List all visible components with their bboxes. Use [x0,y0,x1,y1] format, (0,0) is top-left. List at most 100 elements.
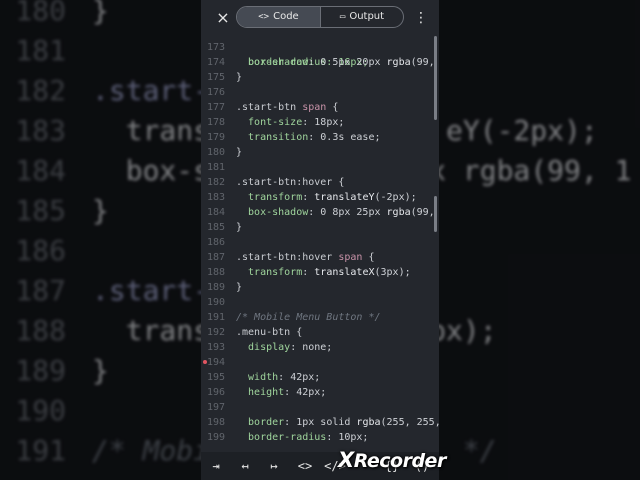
line-number: 175 [206,72,225,83]
code-text: .start-btn span { [236,100,338,115]
line-number: 197 [206,402,225,413]
code-token: transform [236,267,303,278]
line-number: 181 [206,162,225,173]
code-token: span [302,102,327,113]
top-bar: × <> Code ▭ Output ⋮ [201,0,439,36]
code-line: 191 /* Mobile Menu Button */ [201,310,439,325]
redo-icon[interactable]: ↦ [263,457,285,475]
code-token: .start-btn:hover [236,252,339,263]
code-token: : none; [290,342,333,353]
xrecorder-watermark: XRecorder [338,446,446,474]
undo-icon[interactable]: ↤ [234,457,256,475]
code-text: } [236,220,242,235]
line-number: 194 [206,357,225,368]
code-text: display: none; [236,340,332,355]
code-token: .menu-btn [236,327,291,338]
code-text: font-size: 18px; [236,115,344,130]
code-line: 194 [201,355,439,370]
line-number: 199 [206,432,225,443]
code-token: box-shadow [236,57,309,68]
code-line: 193 display: none; [201,340,439,355]
line-number: 188 [206,267,225,278]
more-options-icon[interactable]: ⋮ [414,8,428,28]
code-line: 185} [201,220,439,235]
code-text: box-shadow: 0 5px 20px rgba(99, 1 [236,55,439,70]
line-number: 187 [206,252,225,263]
code-line: 175} [201,70,439,85]
code-text: } [236,280,242,295]
code-token: translateY [314,192,375,203]
code-token: display [236,342,291,353]
code-token: } [236,222,243,233]
code-text: width: 42px; [236,370,320,385]
code-text: border-radius: 10px; [236,430,368,445]
code-text: .menu-btn { [236,325,302,340]
line-number: 174 [206,57,225,68]
code-token: transform [236,192,303,203]
code-line: 195 width: 42px; [201,370,439,385]
code-token: rgba [386,207,411,218]
tab-key-icon[interactable]: ⇥ [205,457,227,475]
code-line: 197 [201,400,439,415]
tab-code[interactable]: <> Code [237,7,321,27]
code-token: { [332,177,345,188]
code-text: transition: 0.3s ease; [236,130,380,145]
code-token: : 1px solid [284,417,357,428]
code-token: } [236,72,243,83]
line-number: 196 [206,387,225,398]
code-line: 177 .start-btn span { [201,100,439,115]
code-line: 180} [201,145,439,160]
line-number: 200 [201,445,225,448]
code-text: } [236,145,242,160]
line-number: 173 [206,42,225,53]
code-token: font-size [236,117,303,128]
line-number: 176 [206,87,225,98]
line-number: 177 [206,102,225,113]
code-token: { [326,102,339,113]
monitor-icon: ▭ [339,12,346,22]
code-line: 183 transform: translateY(-2px); [201,190,439,205]
code-line: 173 [201,40,439,55]
code-token: .start-btn [236,102,303,113]
line-number: 185 [206,222,225,233]
code-line: 186 [201,235,439,250]
code-token: { [362,252,375,263]
code-line: 181 [201,160,439,175]
line-number: 183 [206,192,225,203]
line-number: 191 [206,312,225,323]
code-token: (3px); [374,267,411,278]
code-line: 190 [201,295,439,310]
code-token: rgba [356,417,381,428]
code-line: 198 border: 1px solid rgba(255, 255, [201,415,439,430]
code-text: border: 1px solid rgba(255, 255, [236,415,439,430]
code-token: : 0 8px 25px [308,207,387,218]
code-text: /* Mobile Menu Button */ [236,310,381,325]
code-line: 188 transform: translateX(3px); [201,265,439,280]
close-icon[interactable]: × [213,8,233,28]
code-editor[interactable]: border-radius: 16px; 173 174 box-shadow: … [201,36,439,448]
code-line: 199 border-radius: 10px; [201,430,439,445]
code-icon: <> [258,12,270,22]
line-number: 180 [206,147,225,158]
code-line: 179 transition: 0.3s ease; [201,130,439,145]
code-token: translateX [314,267,375,278]
line-number: 192 [206,327,225,338]
view-toggle: <> Code ▭ Output [236,6,404,28]
code-token: .start-btn:hover [236,177,333,188]
code-line: 189} [201,280,439,295]
tab-output[interactable]: ▭ Output [321,7,403,27]
angle-brackets-icon[interactable]: <> [293,457,317,475]
line-number: 182 [206,177,225,188]
code-token: rgba [386,57,411,68]
line-number: 195 [206,372,225,383]
watermark-text: Recorder [353,450,447,472]
code-token: (255, 255, [380,417,439,428]
code-text: } [236,70,242,85]
watermark-x: X [338,448,354,472]
code-token: transition [236,132,309,143]
line-number: 186 [206,237,225,248]
line-number: 198 [206,417,225,428]
editor-scrollbar-thumb[interactable] [434,36,437,120]
code-line: 184 box-shadow: 0 8px 25px rgba(99, 1 [201,205,439,220]
code-token: height [236,387,285,398]
